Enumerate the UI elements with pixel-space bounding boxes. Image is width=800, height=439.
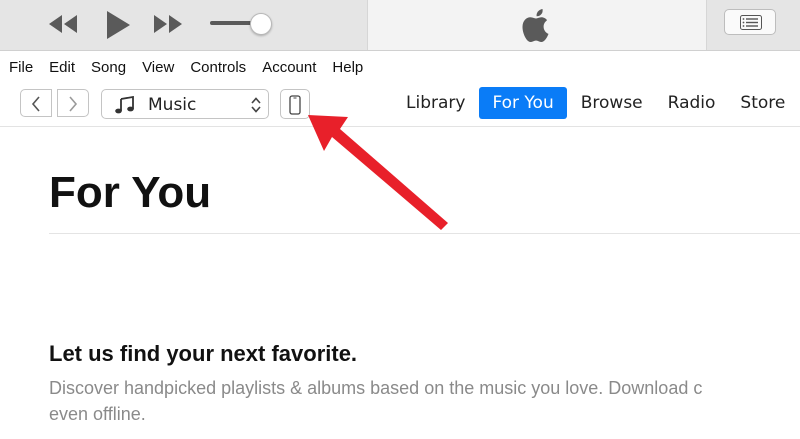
promo-description-line: even offline. [49,404,146,424]
promo-heading: Let us find your next favorite. [49,341,358,366]
tab-browse[interactable]: Browse [570,87,654,119]
fast-forward-icon[interactable] [151,10,185,38]
menu-controls[interactable]: Controls [182,59,254,76]
play-icon[interactable] [104,10,132,39]
page-title: For You [49,168,212,217]
menu-song[interactable]: Song [83,59,134,76]
menu-file[interactable]: File [0,59,41,76]
menu-account[interactable]: Account [254,59,324,76]
back-button[interactable] [20,89,52,117]
forward-button[interactable] [57,89,89,117]
status-display [367,0,707,50]
menu-help[interactable]: Help [324,59,371,76]
volume-knob[interactable] [250,13,272,35]
up-down-chevron-icon [250,96,262,118]
music-note-icon [114,95,136,118]
menu-view[interactable]: View [134,59,182,76]
menu-edit[interactable]: Edit [41,59,83,76]
media-kind-select[interactable]: Music [101,89,269,119]
rewind-icon[interactable] [46,10,80,38]
media-kind-label: Music [148,95,197,115]
up-next-button[interactable] [724,9,776,35]
promo-description: Discover handpicked playlists & albums b… [49,375,800,427]
annotation-arrow [308,115,448,230]
apple-logo [518,6,554,50]
menu-bar: File Edit Song View Controls Account Hel… [0,54,800,80]
tab-radio[interactable]: Radio [657,87,727,119]
player-bar [0,0,800,51]
tab-for-you[interactable]: For You [479,87,567,119]
promo-description-line: Discover handpicked playlists & albums b… [49,378,703,398]
tab-store[interactable]: Store [729,87,796,119]
